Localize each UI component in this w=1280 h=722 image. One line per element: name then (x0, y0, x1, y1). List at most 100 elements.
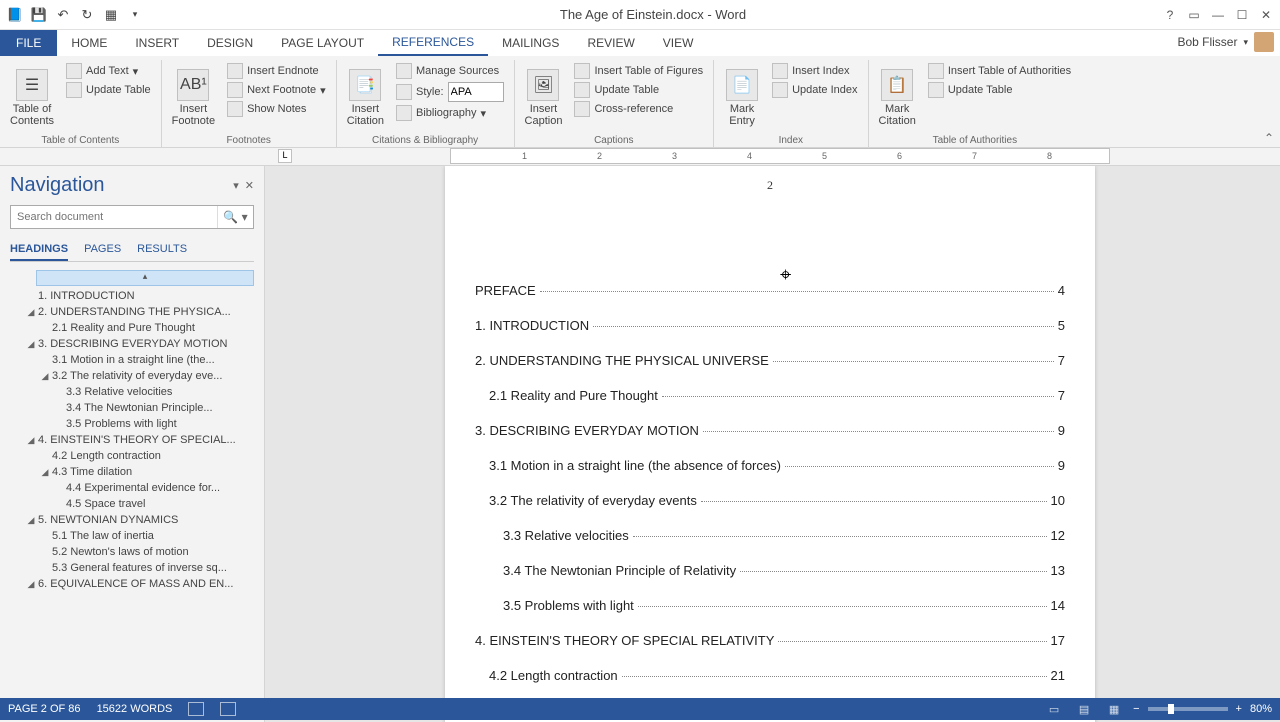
minimize-icon[interactable]: — (1208, 5, 1228, 25)
nav-heading-item[interactable]: 5.3 General features of inverse sq... (10, 560, 254, 576)
status-page[interactable]: PAGE 2 OF 86 (8, 703, 81, 715)
nav-heading-item[interactable]: ◢6. EQUIVALENCE OF MASS AND EN... (10, 576, 254, 592)
zoom-level[interactable]: 80% (1250, 703, 1272, 715)
toc-entry[interactable]: 4. EINSTEIN'S THEORY OF SPECIAL RELATIVI… (475, 633, 1065, 648)
nav-close-icon[interactable]: ✕ (245, 179, 254, 192)
update-table-captions-button[interactable]: Update Table (570, 81, 707, 99)
insert-endnote-button[interactable]: Insert Endnote (223, 62, 330, 80)
read-mode-icon[interactable]: ▭ (1043, 701, 1065, 717)
qat-dropdown-icon[interactable]: ▾ (124, 4, 146, 26)
status-words[interactable]: 15622 WORDS (97, 703, 173, 715)
toc-entry[interactable]: 4.2 Length contraction21 (475, 668, 1065, 683)
tree-toggle-icon[interactable]: ◢ (24, 515, 38, 526)
nav-tab-results[interactable]: RESULTS (137, 239, 187, 261)
insert-citation-button[interactable]: 📑 Insert Citation (343, 62, 388, 133)
next-footnote-button[interactable]: Next Footnote ▾ (223, 81, 330, 99)
tab-page-layout[interactable]: PAGE LAYOUT (267, 30, 378, 56)
search-icon[interactable]: 🔍 ▾ (217, 206, 253, 228)
spellcheck-icon[interactable] (188, 702, 204, 716)
tree-toggle-icon[interactable]: ◢ (38, 467, 52, 478)
horizontal-ruler[interactable]: 12345678 (450, 148, 1110, 164)
citation-style-select[interactable] (448, 82, 504, 102)
zoom-in-icon[interactable]: + (1236, 703, 1242, 715)
collapse-ribbon-icon[interactable]: ⌃ (1264, 131, 1274, 145)
insert-footnote-button[interactable]: AB¹ Insert Footnote (168, 62, 219, 133)
update-authorities-button[interactable]: Update Table (924, 81, 1075, 99)
close-icon[interactable]: ✕ (1256, 5, 1276, 25)
zoom-slider[interactable] (1148, 707, 1228, 711)
update-table-button[interactable]: Update Table (62, 81, 155, 99)
nav-heading-item[interactable]: ◢4.3 Time dilation (10, 464, 254, 480)
tab-insert[interactable]: INSERT (121, 30, 193, 56)
help-icon[interactable]: ? (1160, 5, 1180, 25)
nav-jump-bar[interactable] (36, 270, 254, 286)
nav-heading-item[interactable]: ◢4. EINSTEIN'S THEORY OF SPECIAL... (10, 432, 254, 448)
document-page[interactable]: 2 PREFACE41. INTRODUCTION52. UNDERSTANDI… (445, 166, 1095, 722)
maximize-icon[interactable]: ☐ (1232, 5, 1252, 25)
touch-mode-icon[interactable]: ▦ (100, 4, 122, 26)
nav-heading-item[interactable]: ◢2. UNDERSTANDING THE PHYSICA... (10, 304, 254, 320)
print-layout-icon[interactable]: ▤ (1073, 701, 1095, 717)
document-area[interactable]: 2 PREFACE41. INTRODUCTION52. UNDERSTANDI… (265, 166, 1280, 722)
nav-heading-item[interactable]: 5.2 Newton's laws of motion (10, 544, 254, 560)
toc-entry[interactable]: 3.2 The relativity of everyday events10 (475, 493, 1065, 508)
mark-entry-button[interactable]: 📄 Mark Entry (720, 62, 764, 133)
zoom-out-icon[interactable]: − (1133, 703, 1139, 715)
nav-tree[interactable]: 1. INTRODUCTION◢2. UNDERSTANDING THE PHY… (10, 268, 254, 714)
search-input[interactable] (11, 206, 217, 228)
user-account[interactable]: Bob Flisser ▾ (1177, 32, 1274, 52)
toc-entry[interactable]: PREFACE4 (475, 283, 1065, 298)
tab-home[interactable]: HOME (57, 30, 121, 56)
nav-heading-item[interactable]: 4.4 Experimental evidence for... (10, 480, 254, 496)
toc-entry[interactable]: 1. INTRODUCTION5 (475, 318, 1065, 333)
nav-heading-item[interactable]: ◢5. NEWTONIAN DYNAMICS (10, 512, 254, 528)
tab-file[interactable]: FILE (0, 30, 57, 56)
word-icon[interactable]: 📘 (4, 4, 26, 26)
show-notes-button[interactable]: Show Notes (223, 100, 330, 118)
toc-entry[interactable]: 3.4 The Newtonian Principle of Relativit… (475, 563, 1065, 578)
insert-table-figures-button[interactable]: Insert Table of Figures (570, 62, 707, 80)
toc-entry[interactable]: 2.1 Reality and Pure Thought7 (475, 388, 1065, 403)
redo-icon[interactable]: ↻ (76, 4, 98, 26)
nav-heading-item[interactable]: 3.5 Problems with light (10, 416, 254, 432)
mark-citation-button[interactable]: 📋 Mark Citation (875, 62, 920, 133)
tree-toggle-icon[interactable]: ◢ (38, 371, 52, 382)
bibliography-button[interactable]: Bibliography ▾ (392, 104, 508, 122)
update-index-button[interactable]: Update Index (768, 81, 861, 99)
nav-heading-item[interactable]: 4.5 Space travel (10, 496, 254, 512)
tree-toggle-icon[interactable]: ◢ (24, 339, 38, 350)
web-layout-icon[interactable]: ▦ (1103, 701, 1125, 717)
nav-heading-item[interactable]: ◢3.2 The relativity of everyday eve... (10, 368, 254, 384)
toc-entry[interactable]: 3.3 Relative velocities12 (475, 528, 1065, 543)
nav-heading-item[interactable]: 3.3 Relative velocities (10, 384, 254, 400)
add-text-button[interactable]: Add Text ▾ (62, 62, 155, 80)
manage-sources-button[interactable]: Manage Sources (392, 62, 508, 80)
nav-heading-item[interactable]: 3.1 Motion in a straight line (the... (10, 352, 254, 368)
nav-heading-item[interactable]: 5.1 The law of inertia (10, 528, 254, 544)
tab-selector[interactable]: L (278, 149, 292, 163)
nav-heading-item[interactable]: 2.1 Reality and Pure Thought (10, 320, 254, 336)
tab-design[interactable]: DESIGN (193, 30, 267, 56)
tab-mailings[interactable]: MAILINGS (488, 30, 573, 56)
toc-entry[interactable]: 3. DESCRIBING EVERYDAY MOTION9 (475, 423, 1065, 438)
nav-heading-item[interactable]: 3.4 The Newtonian Principle... (10, 400, 254, 416)
nav-tab-pages[interactable]: PAGES (84, 239, 121, 261)
cross-reference-button[interactable]: Cross-reference (570, 100, 707, 118)
macro-icon[interactable] (220, 702, 236, 716)
tab-references[interactable]: REFERENCES (378, 30, 488, 56)
tree-toggle-icon[interactable]: ◢ (24, 307, 38, 318)
nav-tab-headings[interactable]: HEADINGS (10, 239, 68, 261)
insert-index-button[interactable]: Insert Index (768, 62, 861, 80)
nav-heading-item[interactable]: 4.2 Length contraction (10, 448, 254, 464)
tab-view[interactable]: VIEW (649, 30, 708, 56)
nav-heading-item[interactable]: ◢3. DESCRIBING EVERYDAY MOTION (10, 336, 254, 352)
insert-authorities-button[interactable]: Insert Table of Authorities (924, 62, 1075, 80)
insert-caption-button[interactable]: 🖼 Insert Caption (521, 62, 567, 133)
nav-options-icon[interactable]: ▾ (233, 179, 239, 192)
ribbon-options-icon[interactable]: ▭ (1184, 5, 1204, 25)
tree-toggle-icon[interactable]: ◢ (24, 579, 38, 590)
undo-icon[interactable]: ↶ (52, 4, 74, 26)
save-icon[interactable]: 💾 (28, 4, 50, 26)
toc-entry[interactable]: 3.5 Problems with light14 (475, 598, 1065, 613)
toc-entry[interactable]: 2. UNDERSTANDING THE PHYSICAL UNIVERSE7 (475, 353, 1065, 368)
